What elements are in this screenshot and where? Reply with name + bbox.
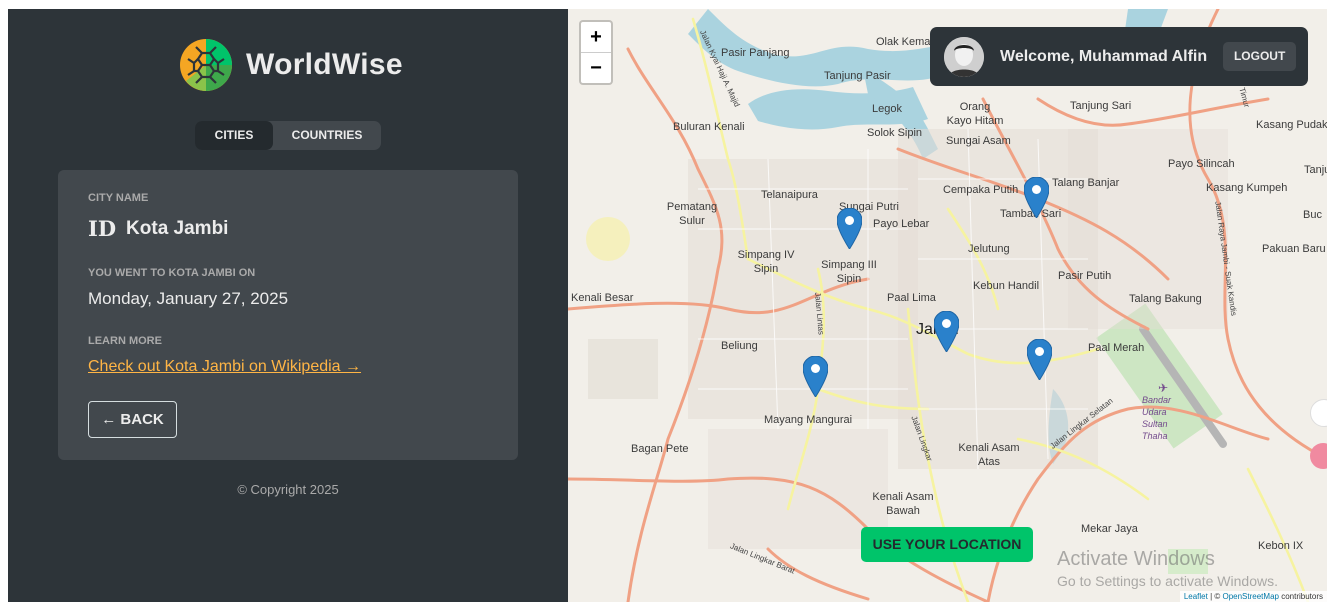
city-name: Kota Jambi bbox=[126, 217, 229, 239]
place-label: Jelutung bbox=[968, 243, 1010, 255]
visited-label: You went to Kota Jambi on bbox=[88, 267, 256, 279]
city-heading: ID Kota Jambi bbox=[88, 216, 228, 241]
country-flag: ID bbox=[88, 216, 117, 241]
place-label: Talang Banjar bbox=[1052, 177, 1120, 189]
place-label: Mekar Jaya bbox=[1081, 523, 1138, 535]
watermark-subtitle: Go to Settings to activate Windows. bbox=[1057, 573, 1278, 589]
visited-date: Monday, January 27, 2025 bbox=[88, 289, 289, 308]
city-name-label: City name bbox=[88, 192, 149, 204]
attribution-separator: | © bbox=[1207, 592, 1223, 601]
place-label: Simpang IV Sipin bbox=[737, 249, 795, 275]
sidebar: WorldWise Cities Countries City name ID … bbox=[8, 9, 568, 602]
nav-tabs: Cities Countries bbox=[195, 121, 381, 150]
map-marker[interactable] bbox=[1027, 339, 1052, 380]
place-label: Simpang III Sipin bbox=[821, 259, 877, 285]
place-label: Pasir Putih bbox=[1058, 270, 1112, 282]
place-label: Bagan Pete bbox=[631, 443, 689, 455]
app-root: WorldWise Cities Countries City name ID … bbox=[8, 9, 1327, 602]
use-location-button[interactable]: Use your location bbox=[861, 527, 1033, 562]
place-label: Kasang Kumpeh bbox=[1206, 182, 1288, 194]
place-label: Payo Silincah bbox=[1168, 158, 1235, 170]
place-label: Kenali Besar bbox=[571, 292, 634, 304]
map-marker[interactable] bbox=[1024, 177, 1049, 218]
place-label: Beliung bbox=[721, 340, 758, 352]
avatar bbox=[944, 36, 984, 77]
windows-activation-watermark: Activate Windows Go to Settings to activ… bbox=[1057, 548, 1278, 589]
place-label: Cempaka Putih bbox=[943, 184, 1019, 196]
map-tiles[interactable]: ✈ bbox=[568, 9, 1327, 602]
place-label: Tanjung bbox=[1304, 164, 1327, 176]
back-button[interactable]: ← BACK bbox=[88, 401, 177, 438]
map-attribution: Leaflet | © OpenStreetMap contributors bbox=[1179, 591, 1327, 602]
watermark-title: Activate Windows bbox=[1057, 548, 1215, 570]
place-label: Orang Kayo Hitam bbox=[946, 101, 1004, 127]
place-label: Bandar Udara Sultan Thaha bbox=[1142, 395, 1172, 441]
tab-cities[interactable]: Cities bbox=[195, 121, 273, 150]
svg-text:✈: ✈ bbox=[1158, 381, 1168, 395]
zoom-control: + − bbox=[579, 20, 613, 85]
attribution-suffix: contributors bbox=[1278, 592, 1323, 601]
wikipedia-link[interactable]: Check out Kota Jambi on Wikipedia → bbox=[88, 358, 361, 376]
place-label: Telanaipura bbox=[761, 189, 818, 201]
place-label: Buluran Kenali bbox=[673, 121, 745, 133]
zoom-in-button[interactable]: + bbox=[581, 22, 611, 52]
logo-icon bbox=[180, 39, 232, 91]
place-label: Tanjung Pasir bbox=[824, 70, 891, 82]
city-details-card: City name ID Kota Jambi You went to Kota… bbox=[58, 170, 518, 460]
user-panel: Welcome, Muhammad Alfin LOGOUT bbox=[930, 27, 1308, 86]
leaflet-link[interactable]: Leaflet bbox=[1184, 592, 1208, 601]
map-marker[interactable] bbox=[934, 311, 959, 352]
place-label: Pasir Panjang bbox=[721, 47, 790, 59]
place-label: Pematang Sulur bbox=[666, 201, 718, 227]
place-label: Kasang Pudak bbox=[1256, 119, 1327, 131]
place-label: Kebun Handil bbox=[973, 280, 1040, 292]
welcome-text: Welcome, Muhammad Alfin bbox=[1000, 47, 1208, 65]
tab-countries[interactable]: Countries bbox=[273, 121, 381, 150]
place-label: Talang Bakung bbox=[1129, 293, 1202, 305]
osm-link[interactable]: OpenStreetMap bbox=[1222, 592, 1278, 601]
place-label: Payo Lebar bbox=[873, 218, 930, 230]
zoom-out-button[interactable]: − bbox=[581, 52, 611, 83]
logo[interactable]: WorldWise bbox=[180, 39, 403, 91]
place-label: Kenali Asam Atas bbox=[958, 442, 1020, 468]
place-label: Solok Sipin bbox=[867, 127, 923, 139]
copyright: © Copyright 2025 bbox=[237, 482, 339, 497]
place-label: Tanjung Sari bbox=[1070, 100, 1132, 112]
app-name: WorldWise bbox=[246, 48, 403, 81]
place-label: Legok bbox=[872, 103, 902, 115]
place-label: Paal Merah bbox=[1088, 342, 1145, 354]
map[interactable]: ✈ Olak Kemang Pasir Panjang Tanjung Pasi… bbox=[568, 9, 1327, 602]
map-marker[interactable] bbox=[803, 356, 828, 397]
map-marker[interactable] bbox=[837, 208, 862, 249]
learn-more-label: Learn more bbox=[88, 335, 162, 347]
place-label: Pakuan Baru bbox=[1262, 243, 1326, 255]
place-label: Sungai Asam bbox=[946, 135, 1011, 147]
place-label: Paal Lima bbox=[887, 292, 936, 304]
place-label: Buc bbox=[1303, 209, 1322, 221]
logout-button[interactable]: LOGOUT bbox=[1223, 42, 1297, 71]
place-label: Kenali Asam Bawah bbox=[872, 491, 934, 517]
place-label: Mayang Mangurai bbox=[764, 414, 853, 426]
